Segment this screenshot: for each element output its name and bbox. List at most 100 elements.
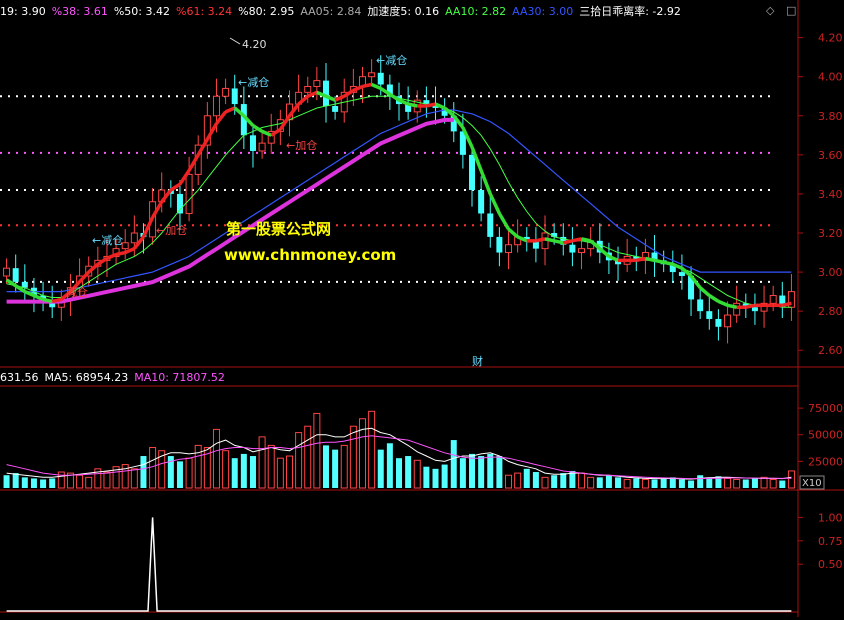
candle-body	[724, 314, 732, 328]
volume-bar	[176, 461, 183, 488]
volume-tick-label: 75000	[808, 402, 843, 415]
candle-body	[249, 135, 256, 151]
diamond-icon[interactable]: ◇	[766, 4, 774, 17]
volume-bar	[660, 478, 667, 488]
volume-bar	[349, 425, 357, 489]
volume-bar	[267, 444, 275, 489]
aa05-trend-segment	[727, 303, 738, 309]
candle-body	[487, 213, 494, 237]
volume-header-item: 631.56	[0, 371, 39, 384]
volume-bar	[623, 478, 631, 489]
indicator-tick-label: 1.00	[818, 511, 843, 524]
volume-bar	[651, 479, 658, 488]
volume-bar	[688, 480, 695, 488]
volume-bar	[751, 478, 758, 488]
volume-bar	[697, 475, 704, 488]
candle-body	[678, 272, 685, 276]
window-box-icon[interactable]: □	[786, 4, 796, 17]
volume-bar	[633, 478, 640, 488]
price-tick-label: 2.60	[818, 344, 843, 357]
aa05-trend-segment	[553, 239, 564, 245]
volume-bar	[423, 466, 430, 488]
signal-annotation: ←减仓	[376, 53, 407, 67]
volume-bar	[368, 410, 376, 489]
volume-bar	[30, 478, 37, 488]
candle-body	[569, 244, 576, 253]
price-tick-label: 4.00	[818, 71, 843, 84]
chart-canvas: 4.20 4.00 3.80 3.60 3.40 3.20 3.00 2.80 2.60 4.20…	[0, 0, 844, 617]
aa05-trend-segment	[307, 90, 318, 98]
volume-bar	[560, 473, 567, 488]
aa05-trend-segment	[426, 102, 436, 108]
candle-body	[130, 232, 138, 244]
price-header-item: AA30: 3.00	[512, 5, 574, 18]
volume-bar	[450, 440, 457, 488]
volume-bar	[532, 472, 539, 488]
volume-indicator-header: 631.56 MA5: 68954.23 MA10: 71807.52	[0, 371, 231, 384]
aa05-trend-segment	[645, 256, 655, 263]
volume-header-item: MA10: 71807.52	[134, 371, 225, 384]
volume-bar	[185, 457, 193, 489]
aa05-trend-segment	[343, 88, 355, 98]
volume-bar	[641, 478, 649, 489]
volume-bar	[130, 468, 138, 489]
aa05-trend-segment	[572, 237, 582, 243]
indicator-tick-label: 0.50	[818, 558, 843, 571]
aa05-trend-segment	[544, 237, 555, 243]
aa05-trend-segment	[654, 258, 665, 265]
price-header-item: %80: 2.95	[238, 5, 295, 18]
signal-annotation: ←加仓	[286, 138, 317, 152]
aa05-trend-segment	[581, 237, 592, 243]
aa05-trend-segment	[115, 250, 126, 257]
volume-bar	[724, 477, 732, 489]
indicator-line	[6, 517, 792, 612]
price-tick-label: 2.80	[818, 305, 843, 318]
volume-bar	[469, 453, 476, 488]
price-header-item: 19: 3.90	[0, 5, 46, 18]
volume-bar	[49, 478, 56, 488]
volume-bar	[615, 477, 622, 488]
volume-bar	[258, 436, 266, 489]
volume-bar	[541, 476, 549, 489]
volume-bar	[231, 458, 238, 488]
aa05-trend-segment	[51, 297, 62, 304]
volume-bar	[733, 478, 741, 489]
aa05-trend-segment	[708, 294, 720, 303]
volume-bar	[103, 471, 111, 489]
volume-bar	[340, 444, 348, 489]
volume-bar	[386, 443, 393, 488]
aa05-trend-segment	[362, 82, 372, 89]
price-header-item: %50: 3.42	[113, 5, 171, 18]
indicator-tick-label: 0.75	[818, 535, 843, 548]
volume-scale-label: X10	[802, 478, 822, 489]
signal-annotation: ←加仓	[156, 223, 187, 237]
aa05-trend-segment	[497, 212, 511, 230]
signal-annotation: 财	[472, 354, 483, 368]
volume-bar	[769, 478, 777, 489]
volume-bar	[605, 475, 612, 488]
volume-bar	[76, 474, 84, 489]
volume-bar	[459, 458, 466, 488]
volume-bar	[405, 456, 412, 488]
candle-body	[176, 193, 183, 214]
volume-bar	[523, 468, 530, 488]
volume-header-item: MA5: 68954.23	[44, 371, 129, 384]
aa05-trend-segment	[124, 247, 136, 255]
volume-bar	[240, 453, 247, 488]
volume-bar	[222, 450, 230, 489]
candle-body	[751, 307, 758, 312]
aa05-trend-segment	[96, 256, 108, 266]
volume-bar	[678, 479, 685, 488]
aa05-trend-segment	[663, 260, 674, 266]
candle-body	[313, 80, 321, 87]
candle-body	[578, 248, 586, 254]
watermark-url: www.chnmoney.com	[224, 246, 397, 264]
volume-bar	[276, 457, 284, 489]
volume-bar	[304, 425, 312, 489]
signal-annotation: ←减仓	[238, 75, 269, 89]
price-tick-label: 4.20	[818, 32, 843, 45]
candle-body	[49, 303, 56, 308]
volume-tick-label: 25000	[808, 455, 843, 468]
volume-bar	[12, 473, 19, 488]
volume-bar	[578, 472, 586, 489]
